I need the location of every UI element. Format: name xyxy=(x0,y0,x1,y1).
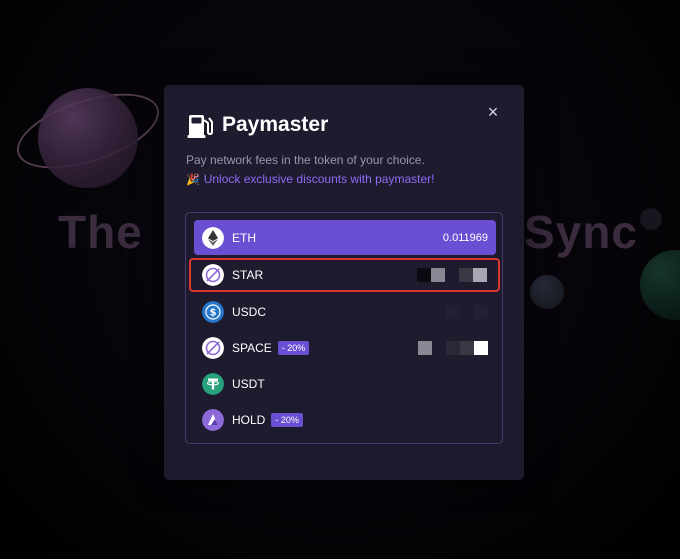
token-row-eth[interactable]: ETH 0.011969 xyxy=(194,220,496,255)
paymaster-modal: × Paymaster Pay network fees in the toke… xyxy=(164,85,524,480)
blurred-balance xyxy=(417,268,487,282)
svg-text:$: $ xyxy=(210,307,217,318)
star-token-icon xyxy=(202,264,224,286)
gas-pump-icon xyxy=(187,115,213,138)
eth-icon xyxy=(202,226,224,249)
close-button[interactable]: × xyxy=(484,103,502,121)
hold-token-icon xyxy=(202,408,224,431)
token-name: ETH xyxy=(232,230,256,245)
discount-badge: - 20% xyxy=(271,412,303,427)
modal-header: Paymaster xyxy=(186,111,328,139)
blurred-balance xyxy=(432,304,488,319)
token-row-usdt[interactable]: USDT xyxy=(194,366,496,401)
token-name: STAR xyxy=(232,268,264,282)
token-row-space[interactable]: SPACE - 20% xyxy=(194,330,496,365)
modal-subtitle: Pay network fees in the token of your ch… xyxy=(186,153,425,167)
token-balance: 0.011969 xyxy=(442,231,488,244)
token-list: ETH 0.011969 STAR $ USDC SPACE - 20% USD… xyxy=(185,212,503,444)
party-popper-icon: 🎉 xyxy=(186,173,200,186)
token-name: HOLD xyxy=(232,412,266,427)
token-row-hold[interactable]: HOLD - 20% xyxy=(194,402,496,437)
token-row-usdc[interactable]: $ USDC xyxy=(194,294,496,329)
token-name: USDC xyxy=(232,304,267,319)
headline-left: The xyxy=(58,206,143,258)
usdt-icon xyxy=(202,372,224,395)
promo-text[interactable]: Unlock exclusive discounts with paymaste… xyxy=(204,172,435,186)
planet-decoration xyxy=(38,88,138,188)
blurred-balance xyxy=(418,340,488,355)
modal-title: Paymaster xyxy=(222,113,329,136)
orb-decoration xyxy=(530,275,564,309)
token-name: SPACE xyxy=(232,340,272,355)
usdc-icon: $ xyxy=(202,300,224,323)
close-icon[interactable]: × xyxy=(488,102,499,122)
token-name: USDT xyxy=(232,376,265,391)
space-token-icon xyxy=(202,336,224,359)
orb-decoration xyxy=(640,208,662,230)
token-row-star[interactable]: STAR xyxy=(189,258,500,292)
headline-right: Sync xyxy=(524,206,638,258)
promo-link[interactable]: 🎉 Unlock exclusive discounts with paymas… xyxy=(186,172,434,186)
discount-badge: - 20% xyxy=(277,340,310,355)
